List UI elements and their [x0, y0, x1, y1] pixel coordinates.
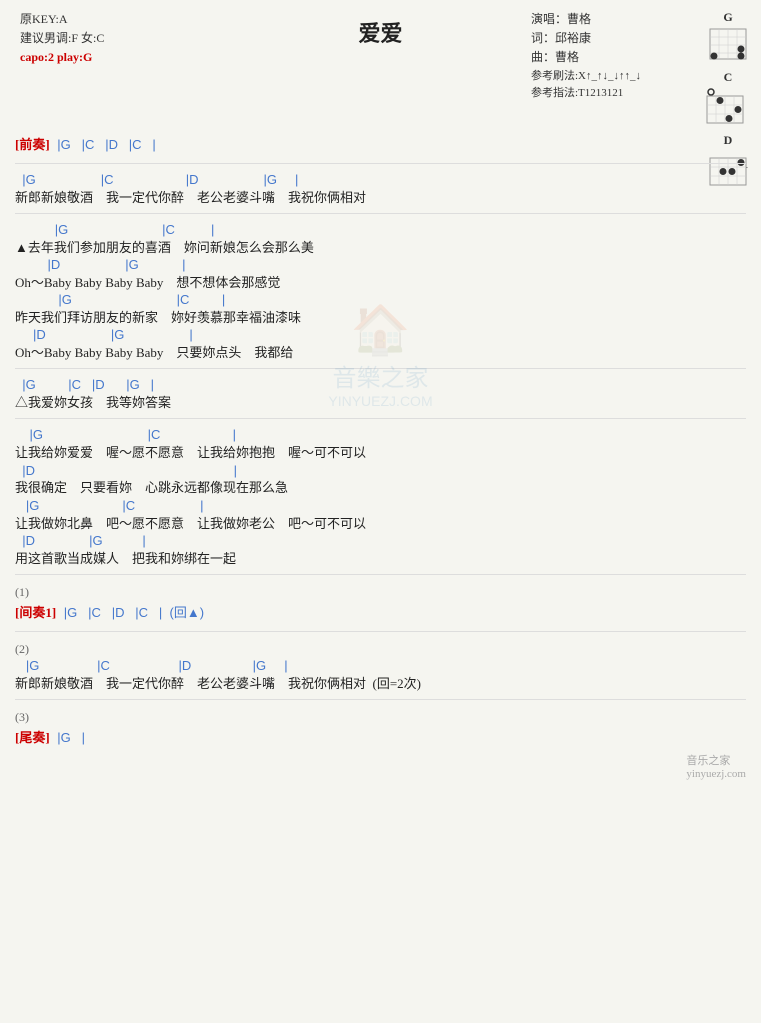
interlude-chords: |G |C |D |C | (回▲): [60, 605, 204, 620]
s5-lyric: 新郎新娘敬酒 我一定代你醉 老公老婆斗嘴 我祝你俩相对 (回=2次): [15, 675, 746, 693]
s4-chord1: |G |C |: [15, 427, 746, 444]
outro-bracket: [尾奏]: [15, 730, 50, 745]
composer: 曲：曹格: [531, 48, 641, 67]
chord-diagram-c: C: [705, 70, 751, 125]
capo-info: capo:2 play:G: [20, 48, 104, 67]
section-2: |G |C | ▲去年我们参加朋友的喜酒 妳问新娘怎么会那么美 |D |G | …: [15, 222, 746, 362]
s4-chord4: |D |G |: [15, 533, 746, 550]
s2-chord4: |D |G |: [15, 327, 746, 344]
s4-chord2: |D |: [15, 463, 746, 480]
s2-chord2: |D |G |: [15, 257, 746, 274]
finger-pattern: 参考指法:T1213121: [531, 85, 641, 103]
page: 原KEY:A 建议男调:F 女:C capo:2 play:G 爱爱 演唱：曹格…: [0, 0, 761, 790]
lyricist: 词：邱裕康: [531, 29, 641, 48]
s2-chord1: |G |C |: [15, 222, 746, 239]
footer-line1: 音乐之家: [686, 752, 746, 768]
intro-section: [前奏] |G |C |D |C |: [15, 133, 746, 157]
footer-line2: yinyuezj.com: [686, 768, 746, 780]
outro-section: (3) [尾奏] |G |: [15, 708, 746, 750]
intro-bracket: [前奏]: [15, 137, 50, 152]
chord-grid-g: [708, 27, 748, 62]
original-key: 原KEY:A: [20, 10, 104, 29]
suggested-key: 建议男调:F 女:C: [20, 29, 104, 48]
s2-lyric3: 昨天我们拜访朋友的新家 妳好羡慕那幸福油漆味: [15, 309, 746, 327]
s2-lyric1: ▲去年我们参加朋友的喜酒 妳问新娘怎么会那么美: [15, 239, 746, 257]
section-4: |G |C | 让我给妳爱爱 喔～愿不愿意 让我给妳抱抱 喔～可不可以 |D |…: [15, 427, 746, 567]
s4-lyric2: 我很确定 只要看妳 心跳永远都像现在那么急: [15, 479, 746, 497]
key-info: 原KEY:A 建议男调:F 女:C capo:2 play:G: [20, 10, 104, 68]
num-2: (2): [15, 640, 746, 658]
s4-lyric4: 用这首歌当成媒人 把我和妳绑在一起: [15, 550, 746, 568]
interlude-bracket: [间奏1]: [15, 605, 56, 620]
s3-lyric: △我爱妳女孩 我等妳答案: [15, 394, 746, 412]
s1-chord: |G |C |D |G |: [15, 172, 746, 189]
chord-diagram-g: G: [708, 10, 748, 62]
singer: 演唱：曹格: [531, 10, 641, 29]
s2-chord3: |G |C |: [15, 292, 746, 309]
content-area: [前奏] |G |C |D |C | |G |C |D |G | 新郎新娘敬酒 …: [15, 133, 746, 750]
interlude-section: (1) [间奏1] |G |C |D |C | (回▲): [15, 583, 746, 625]
num-1: (1): [15, 583, 746, 601]
num-3: (3): [15, 708, 746, 726]
s1-lyric: 新郎新娘敬酒 我一定代你醉 老公老婆斗嘴 我祝你俩相对: [15, 189, 746, 207]
outro-chords: |G |: [54, 730, 85, 745]
footer: 音乐之家 yinyuezj.com: [686, 752, 746, 780]
s5-chord: |G |C |D |G |: [15, 658, 746, 675]
s4-lyric1: 让我给妳爱爱 喔～愿不愿意 让我给妳抱抱 喔～可不可以: [15, 444, 746, 462]
s4-lyric3: 让我做妳北鼻 吧～愿不愿意 让我做妳老公 吧～可不可以: [15, 515, 746, 533]
s3-chord: |G |C |D |G |: [15, 377, 746, 394]
chord-grid-c: [705, 87, 751, 125]
s2-lyric4: Oh～Baby Baby Baby Baby 只要妳点头 我都给: [15, 344, 746, 362]
performer-info: 演唱：曹格 词：邱裕康 曲：曹格 参考刷法:X↑_↑↓_↓↑↑_↓ 参考指法:T…: [531, 10, 641, 103]
chord-name-g: G: [723, 10, 732, 25]
strum-pattern: 参考刷法:X↑_↑↓_↓↑↑_↓: [531, 68, 641, 86]
section-3: |G |C |D |G | △我爱妳女孩 我等妳答案: [15, 377, 746, 412]
s2-lyric2: Oh～Baby Baby Baby Baby 想不想体会那感觉: [15, 274, 746, 292]
chord-name-c: C: [724, 70, 733, 85]
section-5: (2) |G |C |D |G | 新郎新娘敬酒 我一定代你醉 老公老婆斗嘴 我…: [15, 640, 746, 693]
section-1: |G |C |D |G | 新郎新娘敬酒 我一定代你醉 老公老婆斗嘴 我祝你俩相…: [15, 172, 746, 207]
intro-chords: |G |C |D |C |: [54, 137, 156, 152]
s4-chord3: |G |C |: [15, 498, 746, 515]
